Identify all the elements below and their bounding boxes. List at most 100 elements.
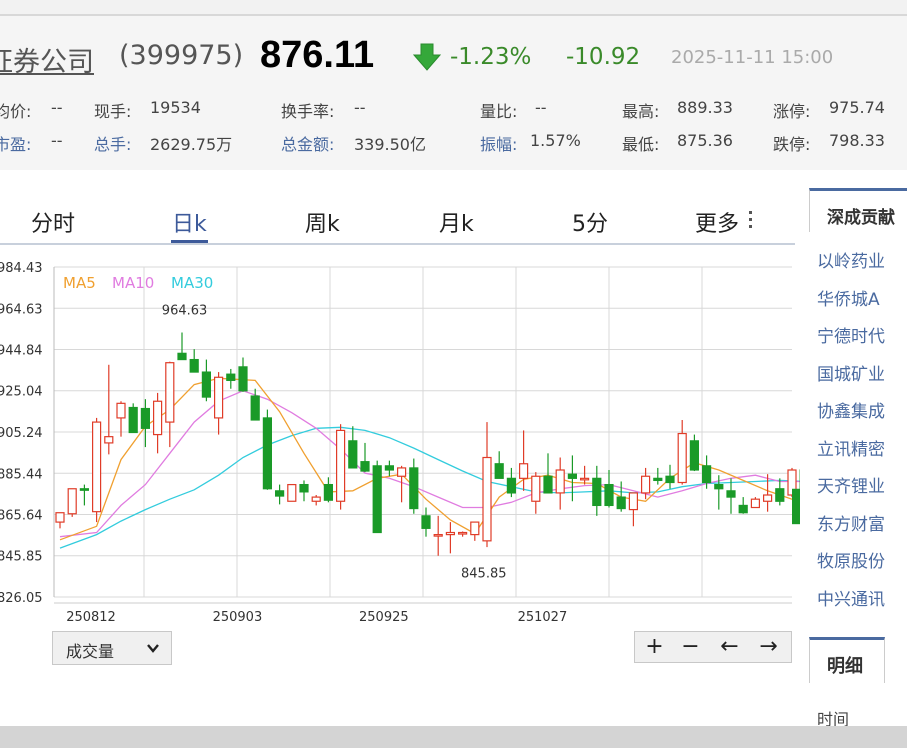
candle-body [640,475,651,494]
ma-legend: MA5 MA10 MA30 [63,274,213,292]
candle-body [714,483,724,490]
quote-datetime: 2025-11-11 15:00 [671,47,834,68]
chart-zoom-controls: + − ← → [634,631,792,663]
amplitude-label[interactable]: 振幅: [480,131,517,155]
total-hand-label[interactable]: 总手: [94,131,131,155]
total-amount-label[interactable]: 总金额: [281,131,334,155]
sidebar-title: 深成贡献 [827,208,895,228]
limit-down-value: 798.33 [829,131,885,150]
tab-detail[interactable]: 明细 [809,637,885,683]
avg-price-value: -- [51,98,63,117]
candle-body [445,531,455,536]
candle-body [262,417,272,490]
current-price: 876.11 [260,34,375,76]
index-name-link[interactable]: 证券公司 [0,40,94,79]
pan-left-button[interactable]: ← [710,632,749,662]
arrow-down-icon [412,42,442,76]
legend-ma30: MA30 [171,274,213,292]
candle-body [226,373,236,382]
candle-body [555,469,565,494]
candle-body [238,366,248,392]
candle-body [140,407,150,429]
min-price-label: 845.85 [461,567,507,582]
sidebar-item-7[interactable]: 天齐锂业 [817,472,885,497]
candle-body [67,488,77,515]
tabs-divider [0,243,795,245]
ma30-line [59,426,800,549]
y-tick-label: 944.84 [0,343,43,358]
high-value: 889.33 [677,98,733,117]
sidebar-item-10[interactable]: 中兴通讯 [817,585,885,610]
candle-body [653,477,663,482]
candle-body-partial [792,488,800,525]
candle-body [299,483,309,493]
candle-body [250,395,260,421]
top-strip [0,0,907,16]
tab-weekly-k[interactable]: 周k [305,206,340,238]
candle-body [79,488,90,491]
total-hand-value: 2629.75万 [150,135,233,154]
turnover-rate-label: 换手率: [281,102,335,121]
legend-ma10: MA10 [112,274,154,292]
candles [55,332,800,556]
candle-body [494,463,504,479]
high-label: 最高: [622,102,660,121]
candle-body [153,400,163,436]
limit-up-label: 涨停: [773,102,811,121]
candle-body [360,461,370,472]
tab-5min[interactable]: 5分 [572,206,608,238]
tab-monthly-k[interactable]: 月k [439,206,474,238]
candle-body [604,483,614,507]
total-amount-value: 339.50亿 [354,135,426,154]
vertical-dots-icon[interactable] [747,209,755,235]
candle-body [372,465,382,534]
index-code: (399975) [119,40,244,71]
volume-ratio-value: -- [535,98,547,117]
zoom-out-button[interactable]: − [671,632,710,662]
amplitude-value: 1.57% [530,131,581,150]
tab-more[interactable]: 更多 [695,206,739,238]
candle-body [689,440,700,471]
candle-body [470,521,480,536]
sidebar-item-3[interactable]: 宁德时代 [817,322,885,347]
pe-label[interactable]: 市盈: [0,131,31,155]
y-tick-label: 826.05 [0,591,43,606]
candle-body [750,498,761,509]
low-label: 最低: [622,135,660,154]
candle-body [665,475,675,484]
candle-body [348,440,358,469]
candle-body [579,477,590,481]
volume-indicator-select[interactable]: 成交量 [52,631,172,665]
kline-chart[interactable]: 984.43 964.63 944.84 925.04 905.24 885.44 865.… [0,255,800,625]
sidebar-item-4[interactable]: 国城矿业 [817,360,885,385]
stock-quote-page: 证券公司 (399975) 876.11 -1.23% -10.92 2025-… [0,0,907,748]
tab-intraday[interactable]: 分时 [31,206,75,238]
sidebar-item-1[interactable]: 以岭药业 [817,247,885,272]
extreme-labels: 964.63 845.85 [162,303,507,581]
candle-body [116,402,126,419]
zoom-in-button[interactable]: + [635,632,674,662]
horizontal-scrollbar[interactable] [0,726,907,748]
detail-tab-label: 明细 [827,656,863,677]
candle-body [397,467,407,477]
x-tick-label: 250925 [359,610,409,625]
candle-body [189,358,199,373]
x-tick-label: 250903 [213,610,263,625]
sidebar-item-6[interactable]: 立讯精密 [817,435,885,460]
x-tick-label: 251027 [518,610,568,625]
sidebar-item-5[interactable]: 协鑫集成 [817,397,885,422]
sidebar-item-8[interactable]: 东方财富 [817,510,885,535]
legend-ma5: MA5 [63,274,96,292]
y-axis-labels: 984.43 964.63 944.84 925.04 905.24 885.44 865.… [0,261,43,606]
candle-body [433,533,443,537]
candle-body [482,456,492,542]
candle-body [592,477,602,507]
pan-right-button[interactable]: → [749,632,788,662]
pe-value: -- [51,131,63,150]
sidebar-item-9[interactable]: 牧原股份 [817,547,885,572]
sidebar-tab-contribution[interactable]: 深成贡献 [809,188,907,232]
y-tick-label: 925.04 [0,385,43,400]
tab-daily-k[interactable]: 日k [172,206,207,238]
sidebar-item-2[interactable]: 华侨城A [817,285,880,310]
candle-body [518,463,529,479]
